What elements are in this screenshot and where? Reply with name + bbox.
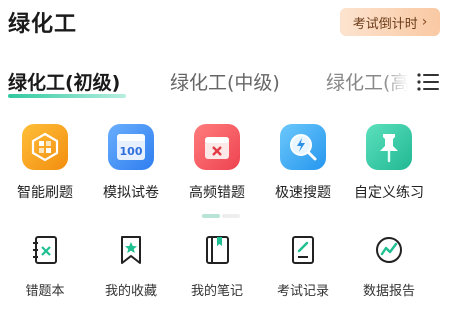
tool-data-report[interactable]: 数据报告 bbox=[344, 234, 434, 299]
tool-exam-records[interactable]: 考试记录 bbox=[258, 234, 348, 299]
page-title: 绿化工 bbox=[8, 12, 78, 37]
feature-grid: 智能刷题 100 模拟试卷 高频错题 极速搜题 自定义练习 bbox=[0, 120, 450, 210]
exam-record-icon bbox=[292, 236, 314, 264]
notebook-icon bbox=[206, 236, 229, 264]
tool-label: 我的笔记 bbox=[190, 284, 243, 299]
tab-intermediate[interactable]: 绿化工(中级) bbox=[170, 68, 280, 95]
tool-label: 错题本 bbox=[25, 284, 65, 299]
chevron-right-icon: › bbox=[421, 14, 428, 30]
page-dot bbox=[222, 214, 240, 218]
feature-label: 智能刷题 bbox=[17, 185, 73, 201]
bookmark-icon bbox=[121, 236, 141, 264]
quick-search-icon bbox=[280, 124, 326, 170]
feature-label: 自定义练习 bbox=[354, 185, 424, 201]
exam-countdown-button[interactable]: 考试倒计时 › bbox=[340, 8, 440, 36]
countdown-label: 考试倒计时 bbox=[352, 16, 418, 32]
data-report-icon bbox=[376, 237, 402, 263]
tab-junior[interactable]: 绿化工(初级) bbox=[8, 68, 120, 95]
active-tab-indicator bbox=[8, 94, 126, 98]
feature-label: 高频错题 bbox=[189, 185, 245, 201]
page-indicator bbox=[202, 214, 240, 218]
tool-favorites[interactable]: 我的收藏 bbox=[86, 234, 176, 299]
feature-label: 模拟试卷 bbox=[103, 185, 159, 201]
feature-label: 极速搜题 bbox=[275, 185, 331, 201]
feature-custom-practice[interactable]: 自定义练习 bbox=[344, 120, 434, 202]
feature-quick-search[interactable]: 极速搜题 bbox=[258, 120, 348, 202]
tool-error-book[interactable]: 错题本 bbox=[0, 234, 90, 299]
feature-smart-practice[interactable]: 智能刷题 bbox=[0, 120, 90, 202]
mock-exam-badge: 100 bbox=[120, 145, 143, 158]
tool-label: 数据报告 bbox=[362, 284, 415, 299]
feature-frequent-errors[interactable]: 高频错题 bbox=[172, 120, 262, 202]
tool-notes[interactable]: 我的笔记 bbox=[172, 234, 262, 299]
tool-label: 我的收藏 bbox=[104, 284, 157, 299]
smart-practice-icon bbox=[22, 124, 68, 170]
tab-senior[interactable]: 绿化工(高级) bbox=[326, 68, 408, 95]
frequent-errors-icon bbox=[194, 124, 240, 170]
menu-list-icon[interactable] bbox=[416, 72, 440, 92]
feature-mock-exam[interactable]: 100 模拟试卷 bbox=[86, 120, 176, 202]
mock-exam-icon: 100 bbox=[108, 124, 154, 170]
level-tabs: 绿化工(初级) 绿化工(中级) 绿化工(高级) bbox=[0, 60, 450, 104]
tool-label: 考试记录 bbox=[276, 284, 329, 299]
page-dot-active bbox=[202, 214, 220, 218]
custom-practice-icon bbox=[366, 124, 412, 170]
error-book-icon bbox=[33, 236, 57, 264]
header: 绿化工 考试倒计时 › bbox=[0, 0, 450, 48]
tools-grid: 错题本 我的收藏 我的笔记 考试记录 数据报告 bbox=[0, 234, 450, 304]
